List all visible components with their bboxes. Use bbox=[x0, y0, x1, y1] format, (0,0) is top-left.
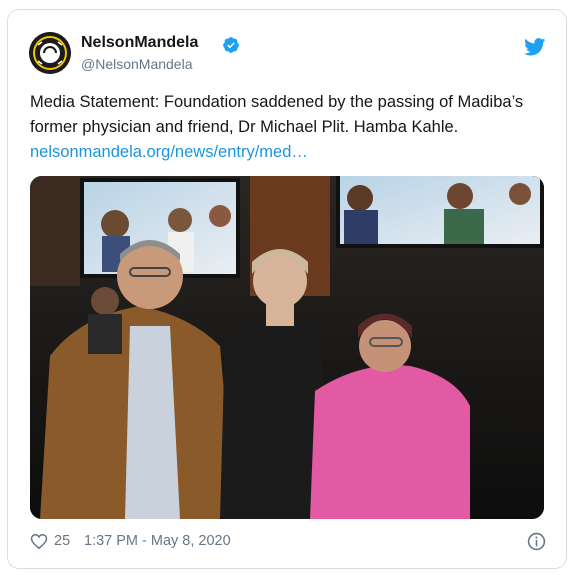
tweet-card[interactable]: NelsonMandela @NelsonMandela Media State… bbox=[7, 9, 567, 569]
avatar[interactable] bbox=[29, 32, 71, 74]
heart-icon[interactable] bbox=[30, 533, 48, 550]
info-icon[interactable] bbox=[527, 532, 546, 551]
photo-image bbox=[30, 176, 544, 519]
tweet-footer: 25 1:37 PM - May 8, 2020 bbox=[30, 531, 550, 553]
author-handle[interactable]: @NelsonMandela bbox=[81, 56, 193, 72]
verified-badge-icon bbox=[223, 37, 239, 53]
tweet-timestamp[interactable]: 1:37 PM - May 8, 2020 bbox=[84, 533, 231, 549]
tweet-text-body: Media Statement: Foundation saddened by … bbox=[30, 93, 524, 136]
tweet-photo[interactable] bbox=[30, 176, 544, 519]
tweet-link[interactable]: nelsonmandela.org/news/entry/med… bbox=[30, 143, 308, 161]
avatar-logo-icon bbox=[29, 32, 71, 74]
twitter-bird-icon[interactable] bbox=[524, 38, 546, 56]
tweet-text: Media Statement: Foundation saddened by … bbox=[30, 90, 550, 165]
author-name[interactable]: NelsonMandela bbox=[81, 34, 198, 52]
like-count[interactable]: 25 bbox=[54, 533, 70, 549]
